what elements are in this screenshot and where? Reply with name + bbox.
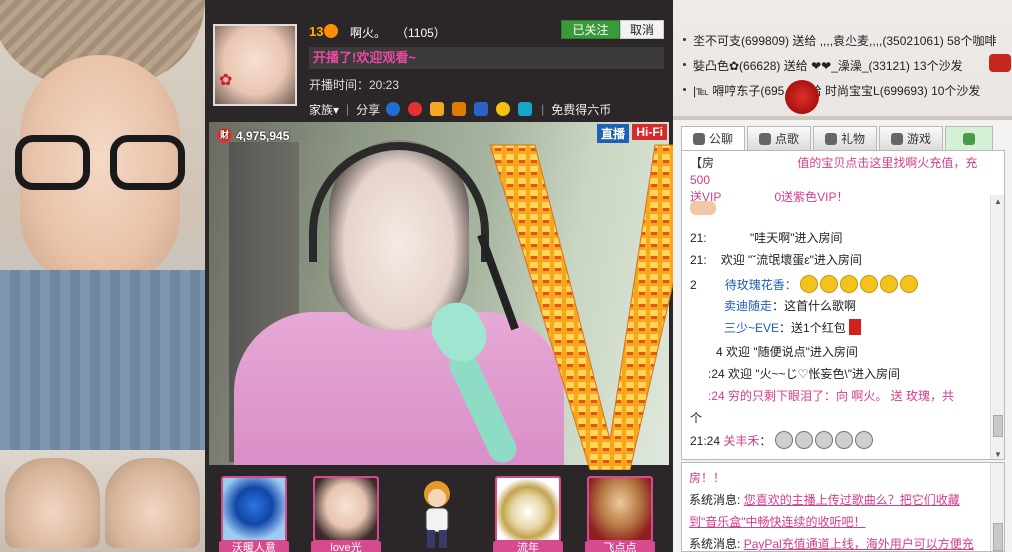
- cartoon-avatar[interactable]: [417, 474, 457, 552]
- chat-scroll-thumb[interactable]: [993, 415, 1003, 437]
- gift-label: 沃暖人意: [219, 541, 289, 552]
- chat-message: :24 欢迎 "火~~じ♡怅妄色\"进入房间: [708, 367, 900, 381]
- badge-icon: [963, 132, 975, 145]
- renren-share-icon[interactable]: [386, 102, 401, 116]
- system-message-panel: 房！！ 系统消息: 您喜欢的主播上传过歌曲么？把它们收藏 到"音乐盒"中畅快连续…: [681, 462, 1005, 552]
- chat-message: 21: "哇天啊"进入房间: [690, 231, 843, 245]
- face-emoji-icon: [814, 431, 833, 449]
- share-toolbar: 家族▾ | 分享 | 免费得六币: [309, 101, 612, 118]
- system-message: 到"音乐盒"中畅快连续的收听吧！: [689, 513, 866, 530]
- system-scrollbar[interactable]: [990, 463, 1004, 551]
- chat-message: 21:24 关丰禾：: [690, 431, 875, 449]
- gift-item[interactable]: [221, 476, 287, 542]
- recharge-notice[interactable]: 【房 值的宝贝点击这里找啊火充值，充500 送VIP 0送紫色VIP！: [682, 151, 1004, 204]
- jacket-decoration: [0, 270, 205, 450]
- unfollow-button[interactable]: 取消: [620, 20, 664, 39]
- chat-message: :24 穷的只剩下眼泪了：向 啊火。 送 玫瑰，共: [708, 389, 955, 403]
- tab-gifts[interactable]: 礼物: [813, 126, 877, 150]
- background-photo-left: [0, 0, 205, 552]
- system-message: 系统消息: PayPal充值通道上线，海外用户可以方便充: [689, 537, 974, 551]
- family-dropdown[interactable]: 家族▾: [309, 101, 339, 118]
- live-video[interactable]: 财 4,975,945 直播 Hi-Fi: [209, 122, 669, 465]
- gift-item[interactable]: [587, 476, 653, 542]
- gift-label: 流年: [493, 541, 563, 552]
- level-crown-icon: [324, 24, 339, 38]
- background-strip: [0, 450, 205, 552]
- laugh-emoji-icon: [880, 275, 899, 293]
- face-emoji-icon: [774, 431, 793, 449]
- room-announcement: 开播了!欢迎观看~: [309, 47, 664, 69]
- ticker-line: |℡ 嘚哼东子(695... 送给 时尚宝宝L(699693) 10个沙发: [683, 82, 980, 99]
- right-column: 坔不可支(699809) 送给 ,,,,袁尐麦,,,,(35021061) 58…: [673, 0, 1012, 552]
- free-coins-link[interactable]: 免费得六币: [551, 101, 611, 118]
- center-column: ✿ 13 啊火。 （1105） 已关注 取消 开播了!欢迎观看~ 开播时间：20…: [205, 0, 673, 552]
- baidu-share-icon[interactable]: [474, 102, 489, 116]
- system-scroll-thumb[interactable]: [993, 523, 1003, 551]
- wealth-icon: 财: [217, 128, 232, 143]
- paypal-link[interactable]: PayPal充值通道上线，海外用户可以方便充: [744, 537, 974, 551]
- headphones-icon: [309, 142, 489, 262]
- rose-decoration-icon: [785, 80, 819, 114]
- music-box-link-cont[interactable]: 到"音乐盒"中畅快连续的收听吧！: [689, 515, 866, 529]
- gift-label: love光: [311, 541, 381, 552]
- tieba-share-icon[interactable]: [452, 102, 467, 116]
- anchor-id: （1105）: [396, 26, 446, 40]
- wealth-counter: 财 4,975,945: [217, 128, 289, 143]
- chat-bubble-icon: [692, 132, 705, 145]
- face-emoji-icon: [854, 431, 873, 449]
- chat-scrollbar[interactable]: ▲ ▼: [990, 195, 1004, 459]
- face-emoji-icon: [794, 431, 813, 449]
- public-chat-panel: 【房 值的宝贝点击这里找啊火充值，充500 送VIP 0送紫色VIP！ 21: …: [681, 150, 1005, 460]
- sofa-icon: [989, 54, 1011, 72]
- gift-row: 沃暖人意 love光 流年 飞点点: [205, 468, 673, 552]
- laugh-emoji-icon: [900, 275, 919, 293]
- gift-icon: [824, 132, 837, 145]
- chat-message: 个: [690, 411, 703, 425]
- hifi-badge: Hi-Fi: [632, 124, 667, 140]
- chat-hand-icon: [690, 201, 716, 218]
- system-message: 系统消息: 您喜欢的主播上传过歌曲么？把它们收藏: [689, 493, 960, 507]
- followed-button[interactable]: 已关注: [561, 20, 620, 39]
- chat-tabs: 公聊 点歌 礼物 游戏: [681, 126, 1012, 150]
- anchor-avatar[interactable]: ✿: [213, 24, 297, 106]
- tab-request-song[interactable]: 点歌: [747, 126, 811, 150]
- gift-item[interactable]: [495, 476, 561, 542]
- microphone-icon: [758, 132, 771, 145]
- gamepad-icon: [890, 132, 903, 145]
- tencent-share-icon[interactable]: [518, 102, 533, 116]
- share-label: 分享: [356, 102, 381, 117]
- gift-label: 飞点点: [585, 541, 655, 552]
- weibo-share-icon[interactable]: [408, 102, 423, 116]
- tab-public-chat[interactable]: 公聊: [681, 126, 745, 150]
- qzone-share-icon[interactable]: [496, 102, 511, 116]
- chat-message: 卖迪随走：这首什么歌啊: [724, 299, 857, 313]
- laugh-emoji-icon: [820, 275, 839, 293]
- live-badge: 直播: [596, 124, 629, 143]
- chat-message: 三少~EVE：送1个红包: [690, 319, 862, 336]
- glasses-decoration: [15, 135, 190, 195]
- face-emoji-icon: [834, 431, 853, 449]
- music-box-link[interactable]: 您喜欢的主播上传过歌曲么？把它们收藏: [744, 493, 960, 507]
- anchor-name[interactable]: 啊火。: [350, 24, 386, 41]
- laugh-emoji-icon: [840, 275, 859, 293]
- star-share-icon[interactable]: [430, 102, 445, 116]
- laugh-emoji-icon: [860, 275, 879, 293]
- airtime-text: 开播时间：20:23: [309, 78, 400, 92]
- tab-extra[interactable]: [945, 126, 993, 150]
- tab-games[interactable]: 游戏: [879, 126, 943, 150]
- chat-message: 2 待玫瑰花香：: [690, 275, 920, 293]
- gift-item[interactable]: [313, 476, 379, 542]
- anchor-level: 13: [309, 24, 339, 39]
- laugh-emoji-icon: [800, 275, 819, 293]
- chat-message: 4 欢迎 "随便说点"进入房间: [716, 345, 858, 359]
- red-envelope-icon: [849, 319, 862, 335]
- gift-ticker-area: 坔不可支(699809) 送给 ,,,,袁尐麦,,,,(35021061) 58…: [673, 0, 1012, 120]
- chat-message: 21: 欢迎 "ˇ流氓壞蛋ε"进入房间: [690, 253, 862, 267]
- ticker-line: 娤凸色✿(66628) 送给 ❤❤_澡澡_(33121) 13个沙发: [683, 57, 963, 74]
- rose-icon: ✿: [219, 72, 233, 89]
- ticker-line: 坔不可支(699809) 送给 ,,,,袁尐麦,,,,(35021061) 58…: [683, 32, 996, 49]
- system-line: 房！！: [689, 471, 726, 485]
